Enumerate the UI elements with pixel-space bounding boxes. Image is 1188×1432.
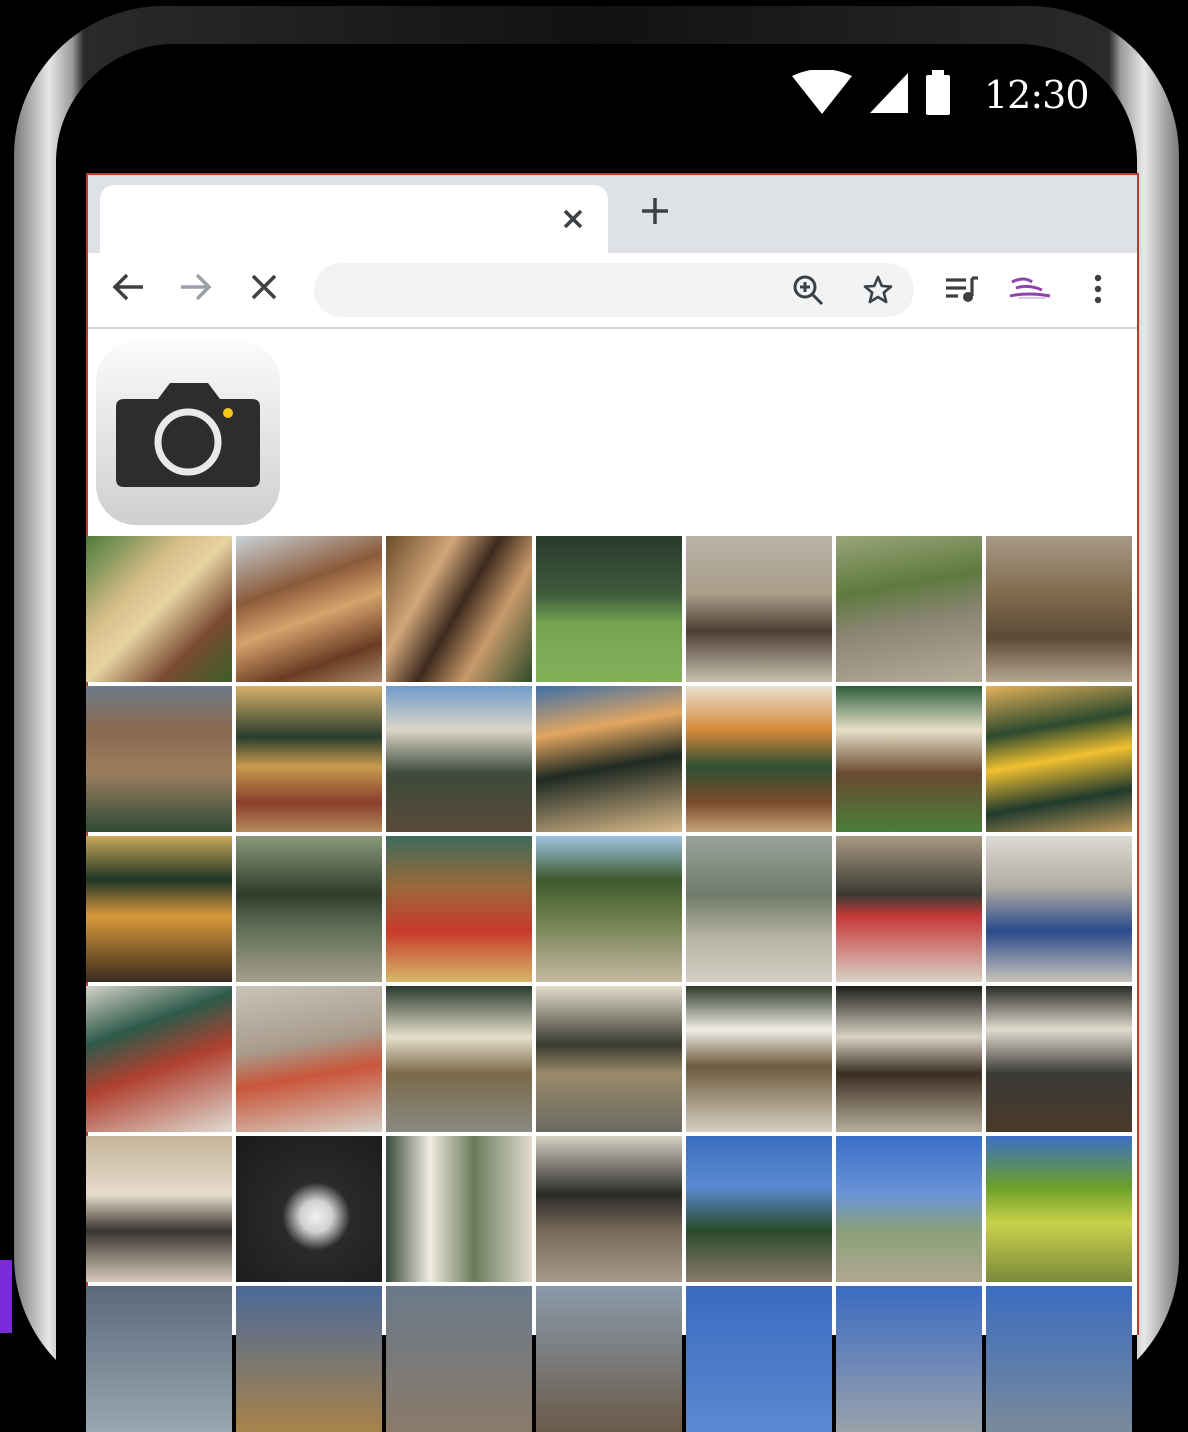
photo-thumbnail[interactable]	[836, 686, 982, 832]
battery-icon	[924, 70, 952, 120]
photo-thumbnail[interactable]	[386, 536, 532, 682]
photo-thumbnail[interactable]	[86, 686, 232, 832]
photo-thumbnail[interactable]	[836, 1136, 982, 1282]
tab-strip	[88, 175, 1137, 253]
browser-toolbar	[88, 253, 1137, 331]
photo-thumbnail[interactable]	[236, 536, 382, 682]
star-icon[interactable]	[856, 268, 900, 312]
new-tab-button[interactable]	[640, 193, 670, 233]
wifi-icon	[790, 69, 854, 120]
photo-thumbnail[interactable]	[536, 1136, 682, 1282]
photo-thumbnail[interactable]	[836, 1286, 982, 1432]
photo-thumbnail[interactable]	[236, 1286, 382, 1432]
photo-thumbnail[interactable]	[536, 1286, 682, 1432]
photo-thumbnail[interactable]	[536, 836, 682, 982]
photo-thumbnail[interactable]	[536, 536, 682, 682]
photo-thumbnail[interactable]	[536, 686, 682, 832]
forward-button[interactable]	[172, 265, 220, 313]
photo-thumbnail[interactable]	[686, 1286, 832, 1432]
photo-thumbnail[interactable]	[86, 836, 232, 982]
page-content	[88, 329, 1137, 525]
photo-thumbnail[interactable]	[686, 1136, 832, 1282]
close-icon[interactable]	[562, 203, 584, 238]
photo-thumbnail[interactable]	[236, 686, 382, 832]
camera-icon	[96, 383, 280, 529]
photo-thumbnail[interactable]	[236, 1136, 382, 1282]
photo-thumbnail[interactable]	[986, 1136, 1132, 1282]
address-input[interactable]	[334, 273, 778, 309]
photo-thumbnail[interactable]	[236, 836, 382, 982]
photo-thumbnail[interactable]	[686, 536, 832, 682]
photo-thumbnail[interactable]	[86, 1136, 232, 1282]
photo-thumbnail[interactable]	[386, 1286, 532, 1432]
stop-button[interactable]	[240, 265, 288, 313]
status-bar: 12:30	[790, 69, 1090, 120]
zoom-in-icon[interactable]	[786, 268, 830, 312]
photo-thumbnail[interactable]	[686, 686, 832, 832]
photo-thumbnail[interactable]	[386, 686, 532, 832]
photo-thumbnail[interactable]	[836, 986, 982, 1132]
close-icon	[250, 273, 278, 305]
photo-thumbnail[interactable]	[686, 986, 832, 1132]
background-purple-accent	[0, 1260, 12, 1333]
photo-thumbnail[interactable]	[236, 986, 382, 1132]
extension-icon[interactable]	[1006, 265, 1054, 313]
photo-thumbnail[interactable]	[986, 686, 1132, 832]
photo-thumbnail[interactable]	[86, 1286, 232, 1432]
playlist-music-icon[interactable]	[938, 265, 986, 313]
photo-grid	[86, 536, 1135, 1432]
plus-icon	[640, 190, 670, 236]
photo-thumbnail[interactable]	[386, 986, 532, 1132]
tab-active[interactable]	[100, 185, 608, 253]
photo-thumbnail[interactable]	[986, 986, 1132, 1132]
photo-thumbnail[interactable]	[836, 536, 982, 682]
photo-thumbnail[interactable]	[836, 836, 982, 982]
photo-thumbnail[interactable]	[86, 986, 232, 1132]
photo-thumbnail[interactable]	[986, 536, 1132, 682]
photo-thumbnail[interactable]	[536, 986, 682, 1132]
arrow-left-icon	[111, 272, 145, 306]
photo-thumbnail[interactable]	[686, 836, 832, 982]
photo-thumbnail[interactable]	[986, 1286, 1132, 1432]
photo-thumbnail[interactable]	[386, 1136, 532, 1282]
photo-thumbnail[interactable]	[386, 836, 532, 982]
more-vert-icon[interactable]	[1074, 265, 1122, 313]
back-button[interactable]	[104, 265, 152, 313]
address-bar[interactable]	[314, 263, 914, 317]
photo-thumbnail[interactable]	[986, 836, 1132, 982]
arrow-right-icon	[179, 272, 213, 306]
cellular-signal-icon	[868, 71, 910, 119]
photo-thumbnail[interactable]	[86, 536, 232, 682]
status-time: 12:30	[984, 73, 1090, 117]
camera-app-icon[interactable]	[96, 341, 280, 525]
